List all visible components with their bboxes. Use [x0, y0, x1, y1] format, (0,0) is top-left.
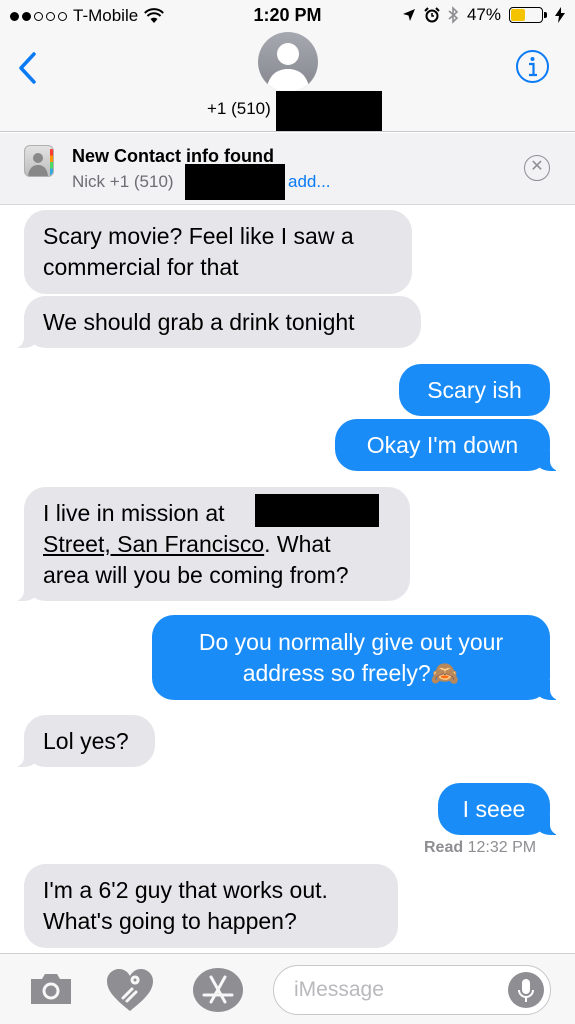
status-right: 47%: [402, 5, 565, 25]
charging-bolt-icon: [555, 7, 565, 23]
message-text: I seee: [462, 795, 526, 822]
message-text: Lol yes?: [43, 727, 129, 754]
add-contact-link[interactable]: add...: [288, 172, 331, 192]
conversation-header: +1 (510): [0, 32, 575, 132]
message-bubble-outgoing[interactable]: Scary ish: [399, 364, 550, 416]
message-text: I live in mission at: [43, 499, 225, 526]
battery-icon: [509, 7, 547, 23]
message-bubble-outgoing[interactable]: Do you normally give out your address so…: [152, 615, 560, 700]
microphone-icon: [518, 979, 534, 1002]
location-arrow-icon: [402, 9, 415, 21]
microphone-button[interactable]: [508, 972, 544, 1008]
address-link[interactable]: Street, San Francisco: [43, 531, 264, 557]
redaction-bar: [276, 91, 382, 131]
status-bar: T-Mobile 1:20 PM 47%: [0, 0, 575, 32]
message-text: Okay I'm down: [366, 431, 519, 458]
message-text: Scary ish: [427, 376, 522, 403]
message-text: We should grab a drink tonight: [43, 308, 355, 335]
message-text: area will you be coming from?: [43, 561, 349, 588]
redaction-bar: [185, 164, 285, 200]
message-bubble-incoming[interactable]: We should grab a drink tonight: [14, 296, 421, 348]
bluetooth-icon: [448, 6, 459, 24]
imessage-placeholder: iMessage: [294, 978, 384, 1001]
message-input-bar: iMessage: [0, 953, 575, 1024]
alarm-clock-icon: [424, 7, 440, 23]
message-bubble-outgoing[interactable]: I seee: [438, 783, 560, 835]
message-text: . What: [264, 530, 331, 557]
message-text: address so freely?🙈: [242, 659, 460, 686]
message-bubble-outgoing[interactable]: Okay I'm down: [335, 419, 560, 471]
camera-button[interactable]: [28, 971, 74, 1012]
contacts-app-icon: [24, 145, 54, 177]
message-text: Do you normally give out your: [198, 628, 504, 655]
read-label: Read: [424, 839, 464, 856]
person-silhouette-icon: [266, 43, 310, 92]
app-store-button[interactable]: [192, 967, 244, 1018]
digital-touch-button[interactable]: [105, 967, 155, 1018]
chevron-left-icon: [19, 52, 36, 84]
back-button[interactable]: [14, 50, 44, 86]
read-receipt: Read 12:32 PM: [424, 839, 536, 857]
new-contact-banner[interactable]: New Contact info found Nick +1 (510) add…: [0, 133, 575, 205]
info-button[interactable]: [515, 49, 550, 84]
message-bubble-incoming[interactable]: I'm a 6'2 guy that works out. What's goi…: [24, 864, 398, 948]
banner-subtitle: Nick +1 (510): [72, 172, 174, 191]
message-bubble-incoming[interactable]: Scary movie? Feel like I saw a commercia…: [24, 210, 412, 294]
message-text: Scary movie? Feel like I saw a: [43, 223, 354, 249]
digital-touch-heart-icon: [107, 969, 153, 1011]
message-bubble-incoming[interactable]: Lol yes?: [14, 715, 155, 767]
message-bubble-incoming[interactable]: I live in mission at Street, San Francis…: [14, 487, 410, 601]
contact-avatar[interactable]: [258, 32, 318, 92]
message-text: What's going to happen?: [43, 908, 297, 934]
message-text: I'm a 6'2 guy that works out.: [43, 877, 328, 903]
message-text: commercial for that: [43, 254, 239, 280]
close-icon[interactable]: ✕: [524, 155, 550, 181]
read-time: 12:32 PM: [467, 839, 537, 856]
info-icon: [516, 50, 549, 83]
app-store-icon: [193, 968, 243, 1012]
battery-percent: 47%: [466, 5, 501, 24]
camera-icon: [31, 974, 71, 1004]
message-text: Street, San Francisco. What: [43, 529, 391, 560]
contact-number[interactable]: +1 (510): [207, 99, 271, 119]
imessage-input[interactable]: iMessage: [273, 965, 551, 1015]
